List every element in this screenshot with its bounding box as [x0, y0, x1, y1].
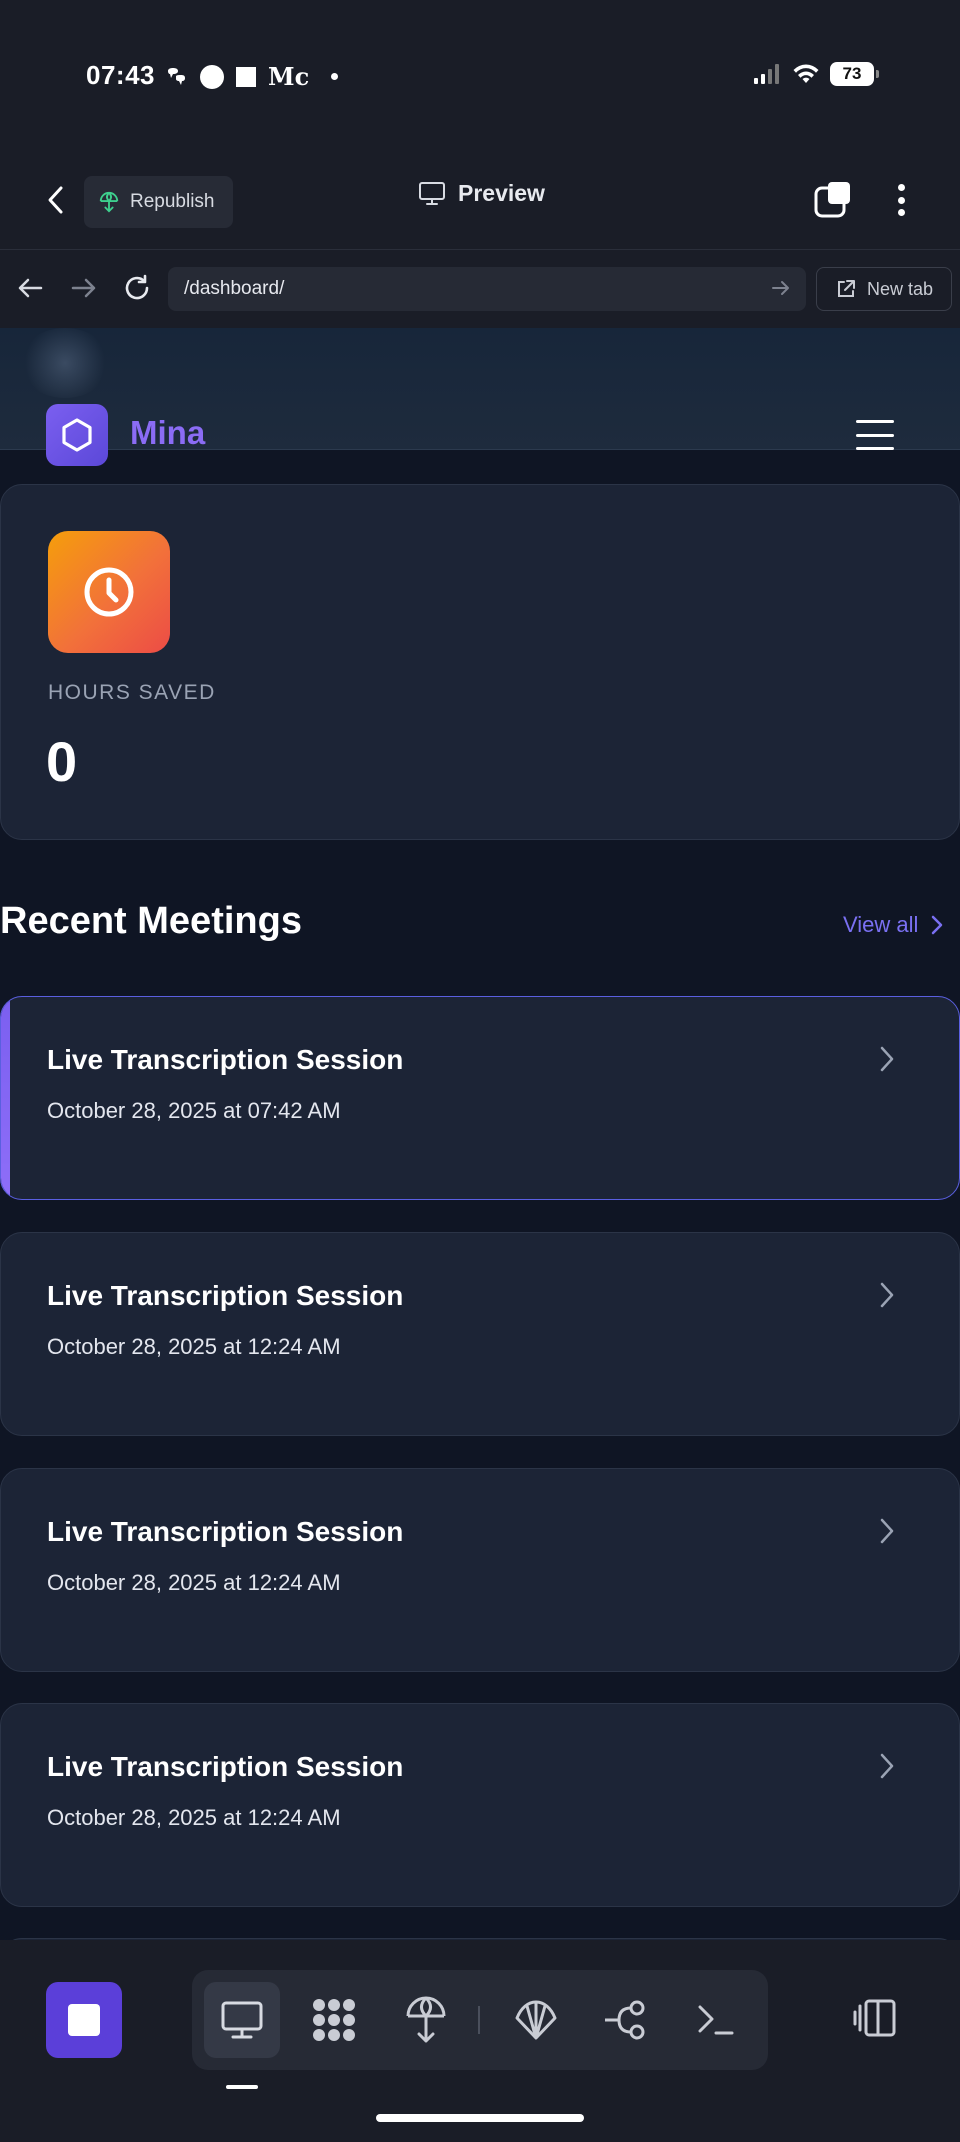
branch-icon[interactable]: [588, 1982, 664, 2058]
logo[interactable]: [46, 404, 108, 466]
chevron-right-icon: [880, 1282, 894, 1308]
stat-value: 0: [46, 730, 78, 793]
status-bar: 07:43 Mc 73: [0, 0, 960, 150]
arrow-left-icon: [18, 278, 43, 298]
go-arrow-icon[interactable]: [770, 277, 792, 299]
meeting-title: Live Transcription Session: [47, 1044, 404, 1075]
header-glow: [20, 328, 110, 398]
back-button[interactable]: [36, 180, 76, 220]
stat-label: HOURS SAVED: [48, 681, 216, 704]
url-input[interactable]: /dashboard/: [168, 267, 806, 311]
monitor-icon: [419, 181, 445, 205]
meeting-date: October 28, 2025 at 12:24 AM: [47, 1570, 341, 1595]
web-content: Mina HOURS SAVED 0 Recent Meetings View …: [0, 328, 960, 1940]
circle-icon: [200, 64, 224, 89]
status-notification-icons: Mc: [164, 62, 339, 91]
apps-icon[interactable]: [296, 1982, 372, 2058]
republish-button[interactable]: Republish: [84, 176, 233, 228]
browser-forward-button[interactable]: [66, 270, 102, 306]
wifi-icon: [793, 64, 819, 83]
clock-icon: [48, 531, 170, 653]
thread-icon: [168, 67, 185, 85]
home-indicator[interactable]: [376, 2114, 584, 2122]
brand-name[interactable]: Mina: [130, 414, 205, 452]
signal-icon: [754, 64, 779, 84]
stop-button[interactable]: [46, 1982, 122, 2058]
view-all-link[interactable]: View all: [843, 912, 944, 938]
new-tab-label: New tab: [866, 278, 934, 299]
terminal-icon[interactable]: [678, 1982, 754, 2058]
shell-icon[interactable]: [498, 1982, 574, 2058]
side-panel-icon[interactable]: [852, 1998, 898, 2038]
status-time: 07:43: [86, 60, 155, 90]
view-all-label: View all: [843, 912, 919, 937]
chevron-right-icon: [880, 1518, 894, 1544]
reload-button[interactable]: [119, 270, 155, 306]
chevron-right-icon: [880, 1753, 894, 1779]
chevron-left-icon: [48, 186, 63, 214]
arrow-right-icon: [71, 278, 96, 298]
browser-url-bar: /dashboard/ New tab: [0, 250, 960, 328]
stop-icon: [68, 2004, 100, 2036]
app-toolbar: Republish Preview: [0, 150, 960, 250]
active-accent-bar: [1, 997, 10, 1199]
preview-label: Preview: [458, 180, 545, 206]
url-text: /dashboard/: [184, 278, 285, 299]
active-tab-indicator: [226, 2085, 258, 2089]
desktop-icon[interactable]: [204, 1982, 280, 2058]
hexagon-icon: [62, 418, 92, 452]
meeting-card[interactable]: Live Transcription Session October 28, 2…: [0, 996, 960, 1200]
preview-tab[interactable]: Preview: [418, 180, 545, 207]
meeting-title: Live Transcription Session: [47, 1751, 404, 1782]
dot-icon: [331, 73, 339, 80]
dock-separator: [478, 2006, 480, 2034]
meeting-date: October 28, 2025 at 12:24 AM: [47, 1805, 341, 1830]
menu-icon[interactable]: [856, 420, 894, 450]
bottom-dock: [0, 1940, 960, 2142]
tabs-icon[interactable]: [814, 180, 854, 220]
chevron-right-icon: [880, 1046, 894, 1072]
dock-tools: [192, 1970, 768, 2070]
deploy-icon[interactable]: [388, 1982, 464, 2058]
deploy-icon: [99, 192, 119, 213]
new-tab-button[interactable]: New tab: [816, 267, 952, 311]
browser-back-button[interactable]: [12, 270, 48, 306]
meeting-date: October 28, 2025 at 12:24 AM: [47, 1334, 341, 1359]
meeting-title: Live Transcription Session: [47, 1516, 404, 1547]
meeting-card[interactable]: Live Transcription Session October 28, 2…: [0, 1703, 960, 1907]
battery-icon: 73: [830, 62, 879, 86]
more-options-icon[interactable]: [886, 178, 916, 222]
chevron-right-icon: [932, 915, 943, 935]
republish-label: Republish: [130, 191, 215, 212]
meeting-date: October 28, 2025 at 07:42 AM: [47, 1098, 341, 1123]
reload-icon: [125, 274, 149, 300]
section-title: Recent Meetings: [0, 900, 302, 942]
medium-icon: Mc: [268, 62, 310, 91]
meeting-card[interactable]: Live Transcription Session October 28, 2…: [0, 1468, 960, 1672]
meeting-title: Live Transcription Session: [47, 1280, 404, 1311]
hours-saved-card: HOURS SAVED 0: [0, 484, 960, 840]
external-link-icon: [837, 280, 855, 297]
status-system-icons: 73: [754, 62, 879, 86]
square-icon: [236, 66, 256, 87]
meeting-card[interactable]: Live Transcription Session October 28, 2…: [0, 1232, 960, 1436]
